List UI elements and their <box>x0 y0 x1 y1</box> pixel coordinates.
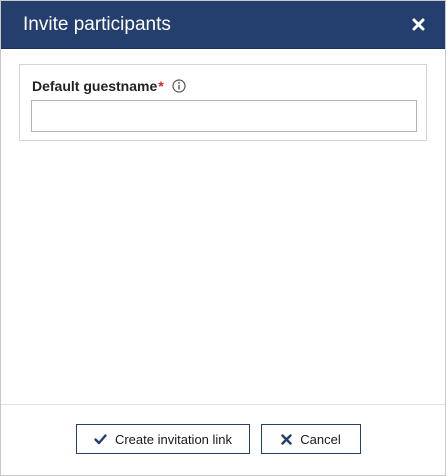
close-button[interactable] <box>407 14 429 36</box>
create-invitation-link-button[interactable]: Create invitation link <box>76 424 250 454</box>
footer-divider <box>1 404 445 405</box>
required-marker: * <box>158 78 164 94</box>
create-invitation-link-label: Create invitation link <box>114 431 233 447</box>
cancel-button[interactable]: Cancel <box>261 424 361 454</box>
close-icon <box>281 433 292 445</box>
guestname-label-row: Default guestname * <box>32 78 186 94</box>
guestname-panel: Default guestname * <box>19 64 427 141</box>
info-circle-icon[interactable] <box>172 79 186 93</box>
guestname-label: Default guestname <box>32 78 158 94</box>
dialog-titlebar: Invite participants <box>1 1 445 49</box>
cancel-label: Cancel <box>300 431 341 447</box>
dialog-title: Invite participants <box>23 13 171 35</box>
guestname-input[interactable] <box>31 100 417 132</box>
invite-participants-dialog: Invite participants Default guestname * C… <box>0 0 446 476</box>
close-icon <box>412 18 424 31</box>
check-icon <box>94 433 107 444</box>
